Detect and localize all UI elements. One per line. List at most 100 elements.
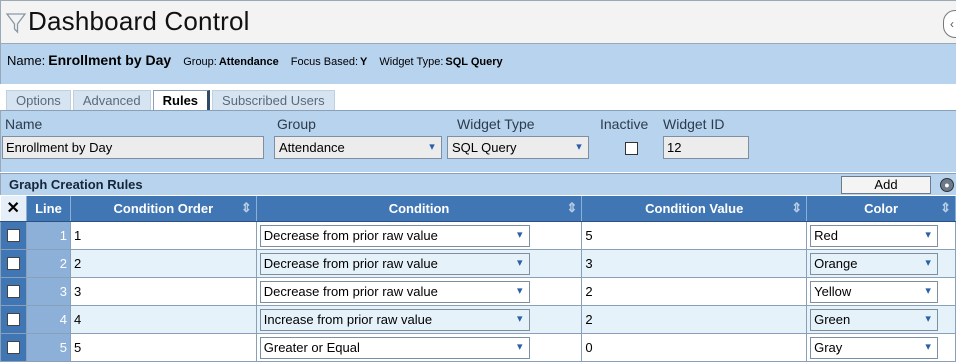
condition-column-header[interactable]: Condition ⇕ <box>256 196 583 222</box>
condition-select[interactable]: Increase from prior raw value ▾ <box>259 308 530 331</box>
color-select[interactable]: Orange ▾ <box>810 252 939 275</box>
color-select[interactable]: Red ▾ <box>810 224 939 247</box>
condition-select[interactable]: Greater or Equal ▾ <box>259 336 530 359</box>
condition-cell: Decrease from prior raw value ▾ <box>255 220 583 250</box>
chevron-down-icon[interactable]: ▾ <box>513 312 527 327</box>
name-field[interactable]: Enrollment by Day <box>2 136 264 159</box>
condition-header-label: Condition <box>388 200 450 216</box>
line-cell: 1 <box>25 220 71 250</box>
sort-icon[interactable]: ⇕ <box>940 200 951 216</box>
tab-rules[interactable]: Rules <box>152 90 211 110</box>
row-checkbox[interactable] <box>7 256 20 270</box>
row-select-cell <box>0 304 27 334</box>
group-label: Group: <box>183 56 217 68</box>
chevron-down-icon[interactable]: ▾ <box>921 340 935 355</box>
widget-type-value: SQL Query <box>445 56 503 68</box>
line-column-header[interactable]: Line <box>26 196 71 222</box>
table-row: 1 1 Decrease from prior raw value ▾ 5 Red… <box>0 220 956 250</box>
name-field-label: Name <box>5 116 43 132</box>
group-select[interactable]: Attendance ▾ <box>274 136 442 159</box>
row-checkbox[interactable] <box>7 284 20 298</box>
line-cell: 5 <box>25 332 71 362</box>
collapse-icon[interactable]: ‹ <box>943 10 956 38</box>
chevron-down-icon[interactable]: ▾ <box>572 140 586 155</box>
condition-select[interactable]: Decrease from prior raw value ▾ <box>259 224 530 247</box>
clear-selection-icon[interactable]: ✕ <box>7 200 20 217</box>
tab-strip: Options Advanced Rules Subscribed Users <box>6 90 337 110</box>
inactive-label: Inactive <box>600 116 649 132</box>
condition-cell: Increase from prior raw value ▾ <box>255 304 583 334</box>
color-cell: Gray ▾ <box>806 332 956 362</box>
order-header-label: Condition Order <box>113 200 214 216</box>
color-select[interactable]: Green ▾ <box>810 308 939 331</box>
line-cell: 4 <box>25 304 71 334</box>
row-checkbox[interactable] <box>7 340 20 354</box>
dashboard-control-panel: { "title": "Dashboard Control", "info": … <box>0 0 956 364</box>
widget-type-select-value: SQL Query <box>452 140 517 155</box>
value-column-header[interactable]: Condition Value ⇕ <box>581 196 808 222</box>
add-rule-button[interactable]: Add <box>841 176 931 194</box>
table-row: 5 5 Greater or Equal ▾ 0 Gray ▾ <box>0 332 956 362</box>
tab-advanced[interactable]: Advanced <box>72 90 151 110</box>
sort-icon[interactable]: ⇕ <box>791 200 802 216</box>
chevron-down-icon[interactable]: ▾ <box>425 140 439 155</box>
order-column-header[interactable]: Condition Order ⇕ <box>70 196 257 222</box>
color-select[interactable]: Gray ▾ <box>810 336 939 359</box>
order-cell[interactable]: 4 <box>69 304 257 334</box>
color-column-header[interactable]: Color ⇕ <box>806 196 956 222</box>
order-cell[interactable]: 2 <box>69 248 257 278</box>
color-cell: Yellow ▾ <box>806 276 956 306</box>
line-cell: 3 <box>25 276 71 306</box>
inactive-checkbox[interactable] <box>625 142 638 155</box>
widget-info-bar: Name: Enrollment by Day Group: Attendance Fo… <box>0 44 956 84</box>
tab-subscribed-users[interactable]: Subscribed Users <box>212 90 335 110</box>
condition-value: Decrease from prior raw value <box>263 227 438 243</box>
condition-cell: Greater or Equal ▾ <box>255 332 583 362</box>
funnel-icon[interactable] <box>5 11 27 35</box>
condition-select[interactable]: Decrease from prior raw value ▾ <box>259 252 530 275</box>
color-header-label: Color <box>864 200 899 216</box>
value-cell[interactable]: 3 <box>581 248 808 278</box>
chevron-down-icon[interactable]: ▾ <box>513 340 527 355</box>
widget-form: Name Enrollment by Day Group Attendance … <box>0 110 956 172</box>
color-select[interactable]: Yellow ▾ <box>810 280 939 303</box>
row-select-cell <box>0 220 27 250</box>
color-cell: Red ▾ <box>806 220 956 250</box>
page-title: Dashboard Control <box>28 6 250 36</box>
condition-select[interactable]: Decrease from prior raw value ▾ <box>259 280 530 303</box>
row-checkbox[interactable] <box>7 312 20 326</box>
color-value: Yellow <box>814 283 852 299</box>
condition-cell: Decrease from prior raw value ▾ <box>255 248 583 278</box>
chevron-down-icon[interactable]: ▾ <box>513 256 527 271</box>
group-value: Attendance <box>218 56 279 68</box>
widget-id-field[interactable]: 12 <box>663 136 749 159</box>
tab-options[interactable]: Options <box>6 90 71 110</box>
chevron-down-icon[interactable]: ▾ <box>921 228 935 243</box>
value-cell[interactable]: 2 <box>581 276 808 306</box>
select-all-header[interactable]: ✕ <box>0 196 27 222</box>
row-select-cell <box>0 248 27 278</box>
chevron-down-icon[interactable]: ▾ <box>513 228 527 243</box>
order-cell[interactable]: 3 <box>69 276 257 306</box>
order-cell[interactable]: 1 <box>69 220 257 250</box>
line-cell: 2 <box>25 248 71 278</box>
row-checkbox[interactable] <box>7 228 20 242</box>
graph-rules-header: Graph Creation Rules Add ● <box>0 173 956 195</box>
name-label: Name: <box>7 53 46 68</box>
condition-value: Greater or Equal <box>263 339 360 355</box>
sort-icon[interactable]: ⇕ <box>241 200 252 216</box>
chevron-down-icon[interactable]: ▾ <box>513 284 527 299</box>
chevron-down-icon[interactable]: ▾ <box>921 284 935 299</box>
value-cell[interactable]: 0 <box>581 332 808 362</box>
value-cell[interactable]: 2 <box>581 304 808 334</box>
sort-icon[interactable]: ⇕ <box>566 200 577 216</box>
widget-type-label: Widget Type: <box>379 56 444 68</box>
widget-type-select[interactable]: SQL Query ▾ <box>447 136 589 159</box>
row-select-cell <box>0 276 27 306</box>
value-cell[interactable]: 5 <box>581 220 808 250</box>
gear-icon[interactable]: ● <box>940 178 954 192</box>
chevron-down-icon[interactable]: ▾ <box>921 256 935 271</box>
order-cell[interactable]: 5 <box>69 332 257 362</box>
chevron-down-icon[interactable]: ▾ <box>921 312 935 327</box>
condition-value: Decrease from prior raw value <box>263 283 438 299</box>
